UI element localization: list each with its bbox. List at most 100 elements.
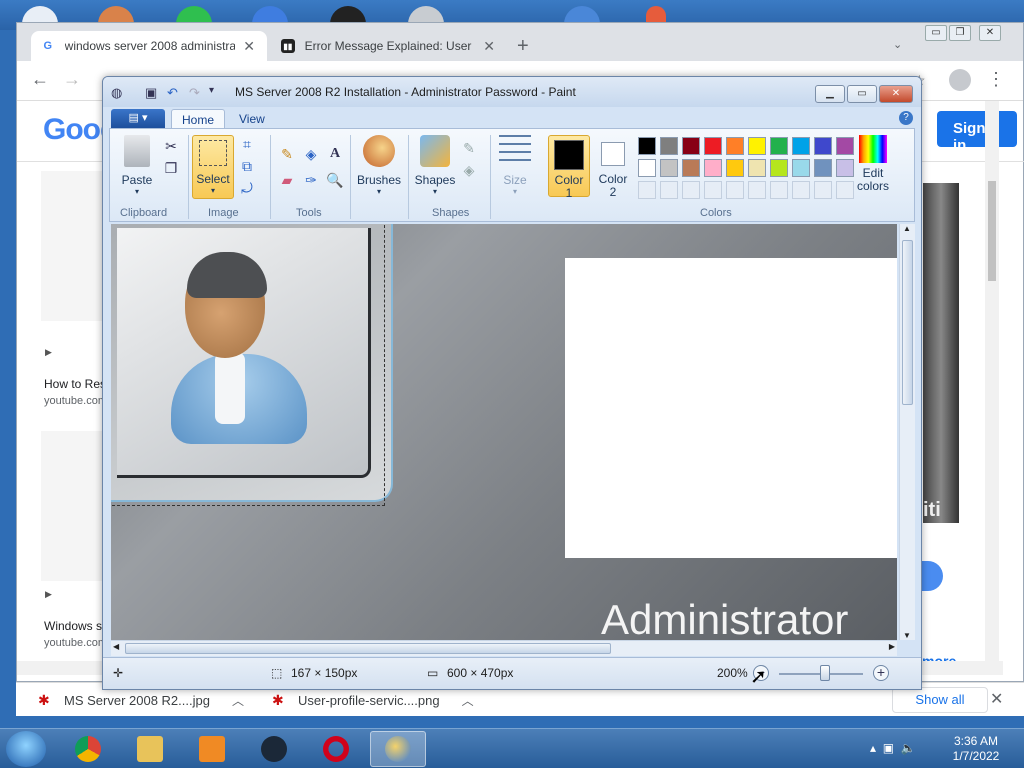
sign-in-button[interactable]: Sign in [937, 111, 1017, 154]
scroll-right-icon[interactable]: ▶ [889, 642, 895, 651]
forward-button[interactable]: → [63, 69, 81, 90]
custom-color-slot[interactable] [748, 181, 766, 199]
back-button[interactable]: ← [31, 69, 49, 90]
video-thumbnail[interactable] [923, 183, 959, 523]
close-icon[interactable]: ✕ [990, 689, 1003, 709]
save-icon[interactable]: ▣ [145, 85, 157, 101]
canvas-area[interactable]: Administrator [111, 224, 897, 640]
palette-swatch[interactable] [814, 137, 832, 155]
undo-icon[interactable]: ↶ [167, 85, 178, 101]
palette-swatch[interactable] [726, 159, 744, 177]
color1-button[interactable]: Color 1 [548, 135, 590, 200]
selection-marquee[interactable] [111, 224, 385, 506]
taskbar-explorer[interactable] [122, 731, 178, 767]
start-button[interactable] [6, 731, 46, 767]
palette-swatch[interactable] [770, 137, 788, 155]
play-icon[interactable]: ▶ [45, 589, 52, 600]
palette-swatch[interactable] [792, 159, 810, 177]
tab-home[interactable]: Home [171, 109, 226, 129]
close-window-button[interactable]: ✕ [879, 85, 913, 103]
palette-swatch[interactable] [726, 137, 744, 155]
outline-icon[interactable]: ✎ [460, 139, 478, 157]
pencil-icon[interactable]: ✎ [278, 145, 296, 163]
palette-swatch[interactable] [638, 159, 656, 177]
tab-view[interactable]: View [229, 109, 275, 129]
custom-color-slot[interactable] [704, 181, 722, 199]
paint-app-icon[interactable]: ◍ [111, 85, 122, 101]
maximize-button[interactable]: ❐ [949, 25, 971, 41]
shapes-button[interactable]: Shapes ▾ [412, 135, 458, 196]
horizontal-scrollbar[interactable]: ◀ ▶ [111, 640, 897, 656]
text-icon[interactable]: A [326, 145, 344, 163]
paste-button[interactable]: Paste ▾ [116, 135, 158, 196]
maximize-button[interactable]: ▭ [847, 85, 877, 103]
zoom-in-button[interactable]: + [873, 665, 889, 681]
vertical-scrollbar[interactable] [985, 101, 999, 671]
custom-color-slot[interactable] [638, 181, 656, 199]
tab-error-message[interactable]: ▮▮ Error Message Explained: User Pr ✕ [271, 31, 507, 61]
help-icon[interactable]: ? [899, 111, 913, 125]
palette-swatch[interactable] [638, 137, 656, 155]
custom-color-slot[interactable] [682, 181, 700, 199]
eraser-icon[interactable]: ▰ [278, 171, 296, 189]
scrollbar-thumb[interactable] [125, 643, 611, 654]
fill-shape-icon[interactable]: ◈ [460, 161, 478, 179]
palette-swatch[interactable] [704, 159, 722, 177]
taskbar-paint[interactable] [370, 731, 426, 767]
magnifier-icon[interactable]: 🔍 [326, 171, 344, 189]
select-button[interactable]: Select ▾ [192, 135, 234, 199]
taskbar-steam[interactable] [246, 731, 302, 767]
palette-swatch[interactable] [660, 137, 678, 155]
palette-swatch[interactable] [748, 159, 766, 177]
profile-avatar-icon[interactable] [949, 69, 971, 91]
copy-icon[interactable]: ❐ [162, 159, 180, 177]
custom-color-slot[interactable] [660, 181, 678, 199]
size-button[interactable]: Size ▾ [494, 135, 536, 196]
custom-color-slot[interactable] [726, 181, 744, 199]
tab-google-search[interactable]: G windows server 2008 administrat ✕ [31, 31, 267, 61]
chevron-up-icon[interactable]: ︿ [232, 692, 244, 709]
play-icon[interactable]: ▶ [45, 347, 52, 358]
canvas-image[interactable]: Administrator [111, 224, 897, 640]
video-thumbnail[interactable] [41, 431, 103, 581]
chevron-up-icon[interactable]: ︿ [462, 692, 474, 709]
close-icon[interactable]: ✕ [483, 38, 495, 55]
new-tab-button[interactable]: + [517, 36, 529, 56]
crop-icon[interactable]: ⌗ [238, 135, 256, 153]
fill-icon[interactable]: ◈ [302, 145, 320, 163]
chrome-menu-icon[interactable]: ⋮ [987, 69, 1005, 90]
customize-qat-icon[interactable]: ▾ [209, 85, 214, 96]
brushes-button[interactable]: Brushes ▾ [354, 135, 404, 196]
custom-color-slot[interactable] [792, 181, 810, 199]
redo-icon[interactable]: ↷ [189, 85, 200, 101]
palette-swatch[interactable] [770, 159, 788, 177]
palette-swatch[interactable] [682, 159, 700, 177]
palette-swatch[interactable] [748, 137, 766, 155]
video-thumbnail[interactable] [41, 171, 103, 321]
palette-swatch[interactable] [792, 137, 810, 155]
scrollbar-thumb[interactable] [902, 240, 913, 405]
palette-swatch[interactable] [660, 159, 678, 177]
custom-color-slot[interactable] [770, 181, 788, 199]
paint-menu-button[interactable]: ▤ ▾ [111, 109, 165, 128]
zoom-slider-thumb[interactable] [820, 665, 830, 681]
scrollbar-thumb[interactable] [988, 181, 996, 281]
show-all-button[interactable]: Show all [892, 687, 988, 713]
scroll-left-icon[interactable]: ◀ [113, 642, 119, 651]
scroll-down-icon[interactable]: ▼ [903, 631, 911, 640]
palette-swatch[interactable] [814, 159, 832, 177]
system-tray[interactable]: ▴ ▣ 🔈 [870, 741, 916, 755]
rotate-icon[interactable]: ⤾ [238, 179, 256, 197]
vertical-scrollbar[interactable]: ▲ ▼ [899, 224, 915, 640]
scroll-up-icon[interactable]: ▲ [903, 224, 911, 233]
close-icon[interactable]: ✕ [243, 38, 255, 55]
palette-swatch[interactable] [704, 137, 722, 155]
edit-colors-button[interactable]: Edit colors [848, 135, 898, 193]
taskbar-opera[interactable] [308, 731, 364, 767]
chevron-down-icon[interactable]: ⌄ [893, 38, 902, 51]
color2-button[interactable]: Color 2 [592, 135, 634, 199]
clock[interactable]: 3:36 AM 1/7/2022 [946, 734, 1006, 764]
next-button[interactable] [921, 561, 943, 591]
custom-color-slot[interactable] [814, 181, 832, 199]
palette-swatch[interactable] [682, 137, 700, 155]
